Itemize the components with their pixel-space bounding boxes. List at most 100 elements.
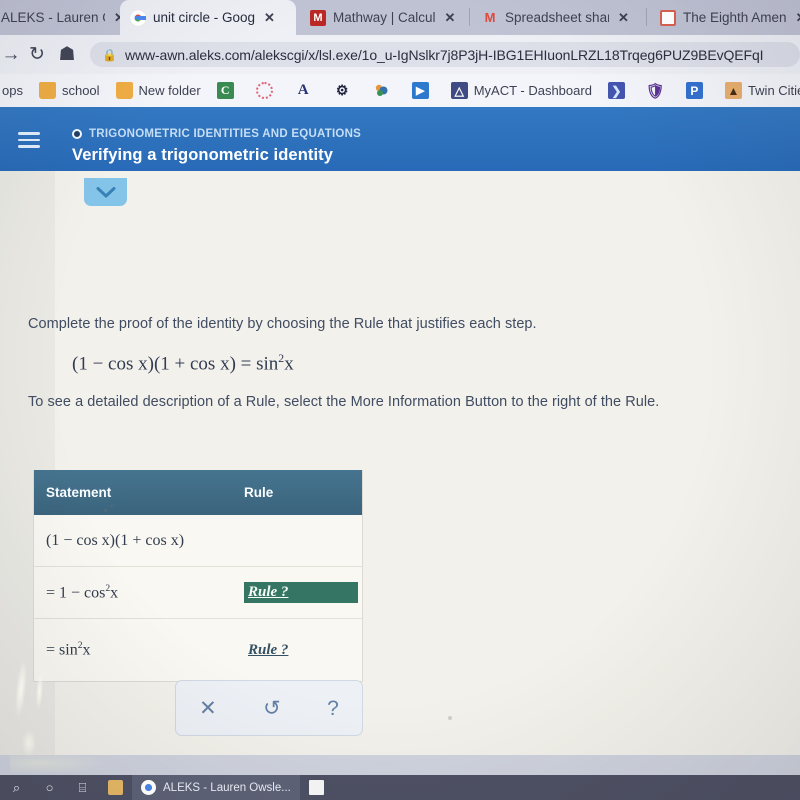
shield-icon: 🛡 xyxy=(645,82,665,100)
bookmark-item-canvas[interactable]: C xyxy=(209,82,248,99)
bookmark-label: Twin Cities xyxy=(747,83,800,98)
url-text: www-awn.aleks.com/alekscgi/x/lsl.exe/1o_… xyxy=(124,46,764,63)
bookmark-label: MyACT - Dashboard xyxy=(473,83,592,98)
slack-icon xyxy=(373,82,390,99)
bookmark-item-blue-swirl[interactable]: ❯ xyxy=(600,82,639,99)
canvas-icon: C xyxy=(216,82,234,99)
tab-title: ALEKS - Lauren O xyxy=(1,10,105,25)
bookmark-item-slack[interactable] xyxy=(365,82,404,99)
page-title: Verifying a trigonometric identity xyxy=(72,146,334,164)
file-explorer-icon xyxy=(108,780,123,795)
identity-equation: (1 − cos x)(1 + cos x) = sin2x xyxy=(72,352,294,375)
document-icon xyxy=(308,780,324,795)
hamburger-menu-icon[interactable] xyxy=(18,132,40,148)
equation-left: (1 − cos x)(1 + cos x) = sin xyxy=(72,353,279,375)
browser-tab-strip: ALEKS - Lauren O ✕ unit circle - Goog ✕ … xyxy=(0,0,800,35)
column-header-statement: Statement xyxy=(46,485,112,500)
table-row: = 1 − cos2x Rule ? xyxy=(34,567,362,619)
bookmark-item-ops[interactable]: ops xyxy=(0,83,31,98)
rule-cell: Rule ? xyxy=(244,582,362,603)
tab-divider xyxy=(469,8,470,26)
bookmark-item-ring[interactable] xyxy=(248,82,287,99)
statement-variable: x xyxy=(82,641,91,659)
tab-divider xyxy=(646,8,647,26)
table-row: = sin2x Rule ? xyxy=(34,619,362,681)
table-row: (1 − cos x)(1 + cos x) xyxy=(34,515,362,567)
chevron-down-icon xyxy=(96,186,116,199)
tab-close-icon[interactable]: ✕ xyxy=(618,10,629,26)
statement-cell: = 1 − cos2x xyxy=(34,583,244,602)
statement-cell: = sin2x xyxy=(34,640,244,659)
cortana-circle-icon: ○ xyxy=(45,780,54,795)
browser-tab-1[interactable]: unit circle - Goog ✕ xyxy=(120,0,296,35)
statement-cell: (1 − cos x)(1 + cos x) xyxy=(34,532,244,550)
proof-table-header: Statement Rule xyxy=(34,470,362,515)
gear-icon: ⚙ xyxy=(335,82,349,98)
mathway-icon: M xyxy=(310,9,326,26)
bookmark-label: school xyxy=(61,83,100,98)
dotted-ring-icon xyxy=(255,82,273,99)
tab-close-icon[interactable]: ✕ xyxy=(264,10,275,26)
aleks-page: TRIGONOMETRIC IDENTITIES AND EQUATIONS V… xyxy=(0,107,800,755)
help-icon[interactable]: ? xyxy=(327,698,339,719)
parking-p-icon: P xyxy=(685,82,703,99)
bookmark-item-twin-cities[interactable]: ▲ Twin Cities xyxy=(717,82,800,99)
bookmark-item-school[interactable]: school xyxy=(31,82,108,99)
statement-variable: x xyxy=(110,584,119,602)
bookmark-item-myact[interactable]: △ MyACT - Dashboard xyxy=(443,82,600,99)
rule-cell: Rule ? xyxy=(244,641,362,659)
taskbar-cortana[interactable]: ○ xyxy=(33,775,66,800)
tab-title: The Eighth Amen xyxy=(683,10,787,25)
undo-icon[interactable]: ↺ xyxy=(263,698,281,719)
taskbar-file-explorer[interactable] xyxy=(99,775,132,800)
windows-taskbar: ⌕ ○ ⌸ ALEKS - Lauren Owsle... xyxy=(0,775,800,800)
statement-text: = 1 − cos xyxy=(46,584,106,602)
rule-selector-2[interactable]: Rule ? xyxy=(248,642,288,659)
lock-icon: 🔒 xyxy=(102,47,117,62)
document-icon xyxy=(660,9,676,26)
breadcrumb: TRIGONOMETRIC IDENTITIES AND EQUATIONS xyxy=(72,128,361,140)
task-view-icon: ⌸ xyxy=(78,779,87,795)
column-header-rule: Rule xyxy=(244,485,274,500)
home-icon[interactable]: ☗ xyxy=(52,43,82,66)
google-meet-icon: ▶ xyxy=(411,82,429,99)
taskbar-chrome-window[interactable]: ALEKS - Lauren Owsle... xyxy=(132,775,300,800)
collapse-panel-button[interactable] xyxy=(84,178,127,206)
myact-icon: △ xyxy=(450,82,468,99)
bookmark-item-parking[interactable]: P xyxy=(678,82,717,99)
browser-tab-4[interactable]: The Eighth Amen ✕ xyxy=(650,0,800,35)
statement-text: = sin xyxy=(46,641,78,659)
answer-toolbar: ✕ ↺ ? xyxy=(175,680,363,736)
tab-close-icon[interactable]: ✕ xyxy=(796,10,800,26)
bookmark-item-meet[interactable]: ▶ xyxy=(404,82,443,99)
bookmark-item-new-folder[interactable]: New folder xyxy=(108,82,209,99)
arrow-right-icon[interactable]: → xyxy=(0,44,22,66)
taskbar-start-search[interactable]: ⌕ xyxy=(0,775,33,800)
tab-close-icon[interactable]: ✕ xyxy=(445,10,456,26)
browser-tab-2[interactable]: M Mathway | Calcul ✕ xyxy=(300,0,470,35)
clear-icon[interactable]: ✕ xyxy=(199,698,217,719)
breadcrumb-text: TRIGONOMETRIC IDENTITIES AND EQUATIONS xyxy=(89,128,362,140)
tab-title: unit circle - Goog xyxy=(153,10,256,25)
bookmark-item-a[interactable]: A xyxy=(287,82,326,99)
tab-title: Mathway | Calcul xyxy=(333,10,436,25)
reload-icon[interactable]: ↻ xyxy=(22,43,52,66)
taskbar-task-view[interactable]: ⌸ xyxy=(66,775,99,800)
taskbar-document[interactable] xyxy=(300,775,333,800)
screen-glare xyxy=(10,752,105,774)
address-bar[interactable]: 🔒 www-awn.aleks.com/alekscgi/x/lsl.exe/1… xyxy=(90,42,800,67)
progress-dot-icon xyxy=(72,129,82,139)
taskbar-window-label: ALEKS - Lauren Owsle... xyxy=(163,781,291,794)
folder-icon xyxy=(115,82,133,99)
browser-tab-3[interactable]: M Spreadsheet shar ✕ xyxy=(472,0,647,35)
bookmark-item-shield[interactable]: 🛡 xyxy=(639,82,678,100)
bookmark-item-gear[interactable]: ⚙ xyxy=(326,82,365,99)
tab-title: Spreadsheet shar xyxy=(505,10,609,25)
search-icon: ⌕ xyxy=(12,779,21,795)
equation-right: x xyxy=(284,353,294,375)
proof-table: Statement Rule (1 − cos x)(1 + cos x) = … xyxy=(33,470,363,682)
bookmark-label: ops xyxy=(2,83,23,98)
folder-icon xyxy=(38,82,56,99)
rule-selector-1[interactable]: Rule ? xyxy=(244,582,358,603)
gmail-icon: M xyxy=(484,10,496,25)
